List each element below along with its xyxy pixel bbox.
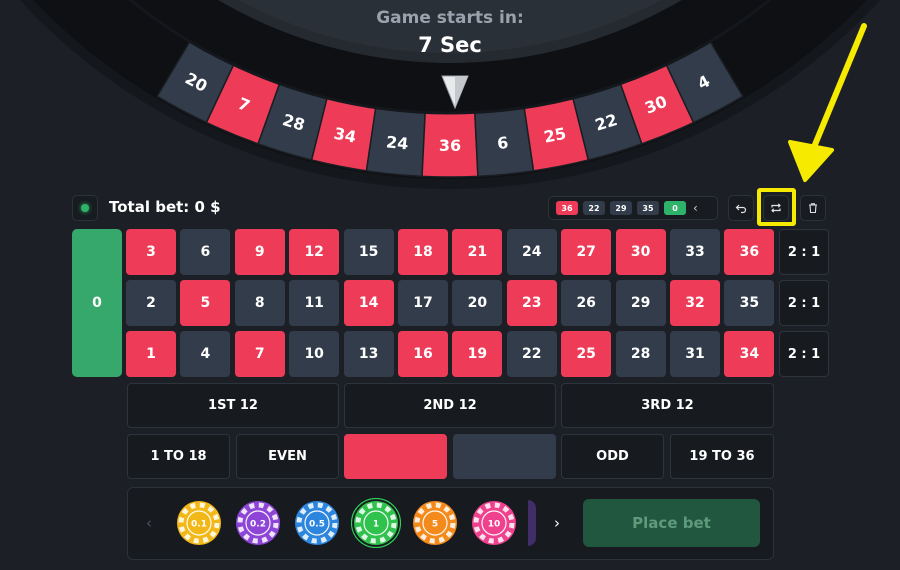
history-result: 29	[610, 201, 632, 215]
wheel-pocket: 6	[474, 106, 535, 178]
wheel-pointer-icon	[441, 75, 469, 109]
red-bet-button[interactable]	[344, 434, 447, 479]
history-chevron-left-icon[interactable]: ‹	[693, 201, 698, 215]
clear-bets-button[interactable]	[800, 195, 826, 221]
number-cell[interactable]: 30	[615, 229, 666, 275]
trash-icon	[809, 203, 817, 214]
undo-icon	[735, 204, 747, 214]
number-cell[interactable]: 1	[126, 331, 176, 377]
chevron-right-icon[interactable]: ›	[554, 514, 560, 532]
number-cell[interactable]: 9	[234, 229, 285, 275]
number-cell[interactable]: 26	[561, 280, 612, 326]
history-result: 22	[583, 201, 605, 215]
countdown-value: 7 Sec	[418, 33, 482, 57]
number-cell[interactable]: 5	[180, 280, 231, 326]
number-cell[interactable]: 13	[343, 331, 394, 377]
countdown: Game starts in: 7 Sec	[0, 8, 900, 57]
wheel-pocket: 24	[365, 106, 426, 178]
black-bet-button[interactable]	[453, 434, 556, 479]
chip-button[interactable]: 10	[469, 498, 519, 548]
number-cell[interactable]: 18	[398, 229, 448, 275]
roulette-screen: 20 7 28 34 24 36 6 25 22 30 4 Game starts in: 7 Se…	[0, 0, 900, 570]
history-results: 36 22 29 35 0	[556, 201, 686, 215]
undo-button[interactable]	[728, 195, 754, 221]
chip-button[interactable]: 1	[351, 498, 401, 548]
status-toggle[interactable]	[72, 195, 98, 221]
number-cell[interactable]: 14	[343, 280, 394, 326]
number-cell[interactable]: 29	[615, 280, 666, 326]
number-cell[interactable]: 31	[670, 331, 720, 377]
number-cell[interactable]: 35	[724, 280, 775, 326]
number-cell[interactable]: 23	[506, 280, 557, 326]
dozen-3rd-button[interactable]: 3RD 12	[561, 383, 774, 428]
number-cell[interactable]: 3	[126, 229, 176, 275]
wheel-pocket-number: 6	[496, 133, 509, 153]
chip-button[interactable]: 0.1	[174, 498, 224, 548]
number-cell[interactable]: 19	[452, 331, 503, 377]
number-cell[interactable]: 20	[452, 280, 503, 326]
chip-value: 0.1	[191, 520, 207, 530]
chip-value: 0.5	[309, 520, 325, 530]
history-result: 35	[637, 201, 659, 215]
number-cell[interactable]: 7	[234, 331, 285, 377]
status-dot-icon	[81, 204, 89, 212]
odd-bet-button[interactable]: ODD	[561, 434, 664, 479]
number-cell[interactable]: 2	[126, 280, 176, 326]
number-cell[interactable]: 28	[615, 331, 666, 377]
zero-cell[interactable]: 0	[72, 229, 122, 377]
wheel-pocket: 36	[421, 111, 479, 178]
bet-toolbar: Total bet: 0 $ 36 22 29 35 0 ‹	[72, 195, 828, 223]
number-cell[interactable]: 22	[506, 331, 557, 377]
total-bet: Total bet: 0 $	[109, 198, 221, 216]
chip-button[interactable]: 5	[410, 498, 460, 548]
number-cell[interactable]: 11	[289, 280, 340, 326]
dozen-1st-button[interactable]: 1ST 12	[127, 383, 339, 428]
chip-value: 1	[373, 520, 379, 530]
low-bet-button[interactable]: 1 TO 18	[127, 434, 230, 479]
number-cell[interactable]: 33	[670, 229, 720, 275]
wheel-pocket-number: 36	[439, 136, 461, 155]
number-cell[interactable]: 12	[289, 229, 340, 275]
number-cell[interactable]: 17	[398, 280, 448, 326]
chip-value: 0.2	[250, 520, 266, 530]
highlight-box	[757, 188, 796, 226]
chip-button[interactable]: 0.2	[233, 498, 283, 548]
chip-value: 5	[432, 520, 438, 530]
chip-value: 10	[488, 520, 501, 530]
number-cell[interactable]: 8	[234, 280, 285, 326]
chip-button[interactable]: 0.5	[292, 498, 342, 548]
high-bet-button[interactable]: 19 TO 36	[670, 434, 774, 479]
even-bet-button[interactable]: EVEN	[236, 434, 339, 479]
number-cell[interactable]: 10	[289, 331, 340, 377]
number-cell[interactable]: 27	[561, 229, 612, 275]
number-cell[interactable]: 6	[180, 229, 231, 275]
wheel-pocket-number: 24	[385, 132, 409, 153]
number-cell[interactable]: 32	[670, 280, 720, 326]
number-cell[interactable]: 34	[724, 331, 775, 377]
place-bet-button[interactable]: Place bet	[583, 499, 760, 547]
column-bet-button[interactable]: 2 : 1	[779, 280, 829, 326]
history-result: 0	[664, 201, 686, 215]
column-bet-button[interactable]: 2 : 1	[779, 229, 829, 275]
column-bet-button[interactable]: 2 : 1	[779, 331, 829, 377]
chip-overflow-edge	[528, 500, 536, 546]
number-cell[interactable]: 15	[343, 229, 394, 275]
chip-selector: ‹ 0.1 0.2 0.5 1 5 10 › Place bet	[127, 487, 774, 560]
number-cell[interactable]: 4	[180, 331, 231, 377]
number-cell[interactable]: 36	[724, 229, 775, 275]
dozen-2nd-button[interactable]: 2ND 12	[344, 383, 556, 428]
chevron-left-icon[interactable]: ‹	[146, 514, 152, 532]
countdown-label: Game starts in:	[376, 8, 524, 28]
history-result: 36	[556, 201, 578, 215]
number-cell[interactable]: 21	[452, 229, 503, 275]
number-cell[interactable]: 16	[398, 331, 448, 377]
number-cell[interactable]: 25	[561, 331, 612, 377]
number-cell[interactable]: 24	[506, 229, 557, 275]
history-bar: 36 22 29 35 0 ‹	[548, 196, 718, 220]
